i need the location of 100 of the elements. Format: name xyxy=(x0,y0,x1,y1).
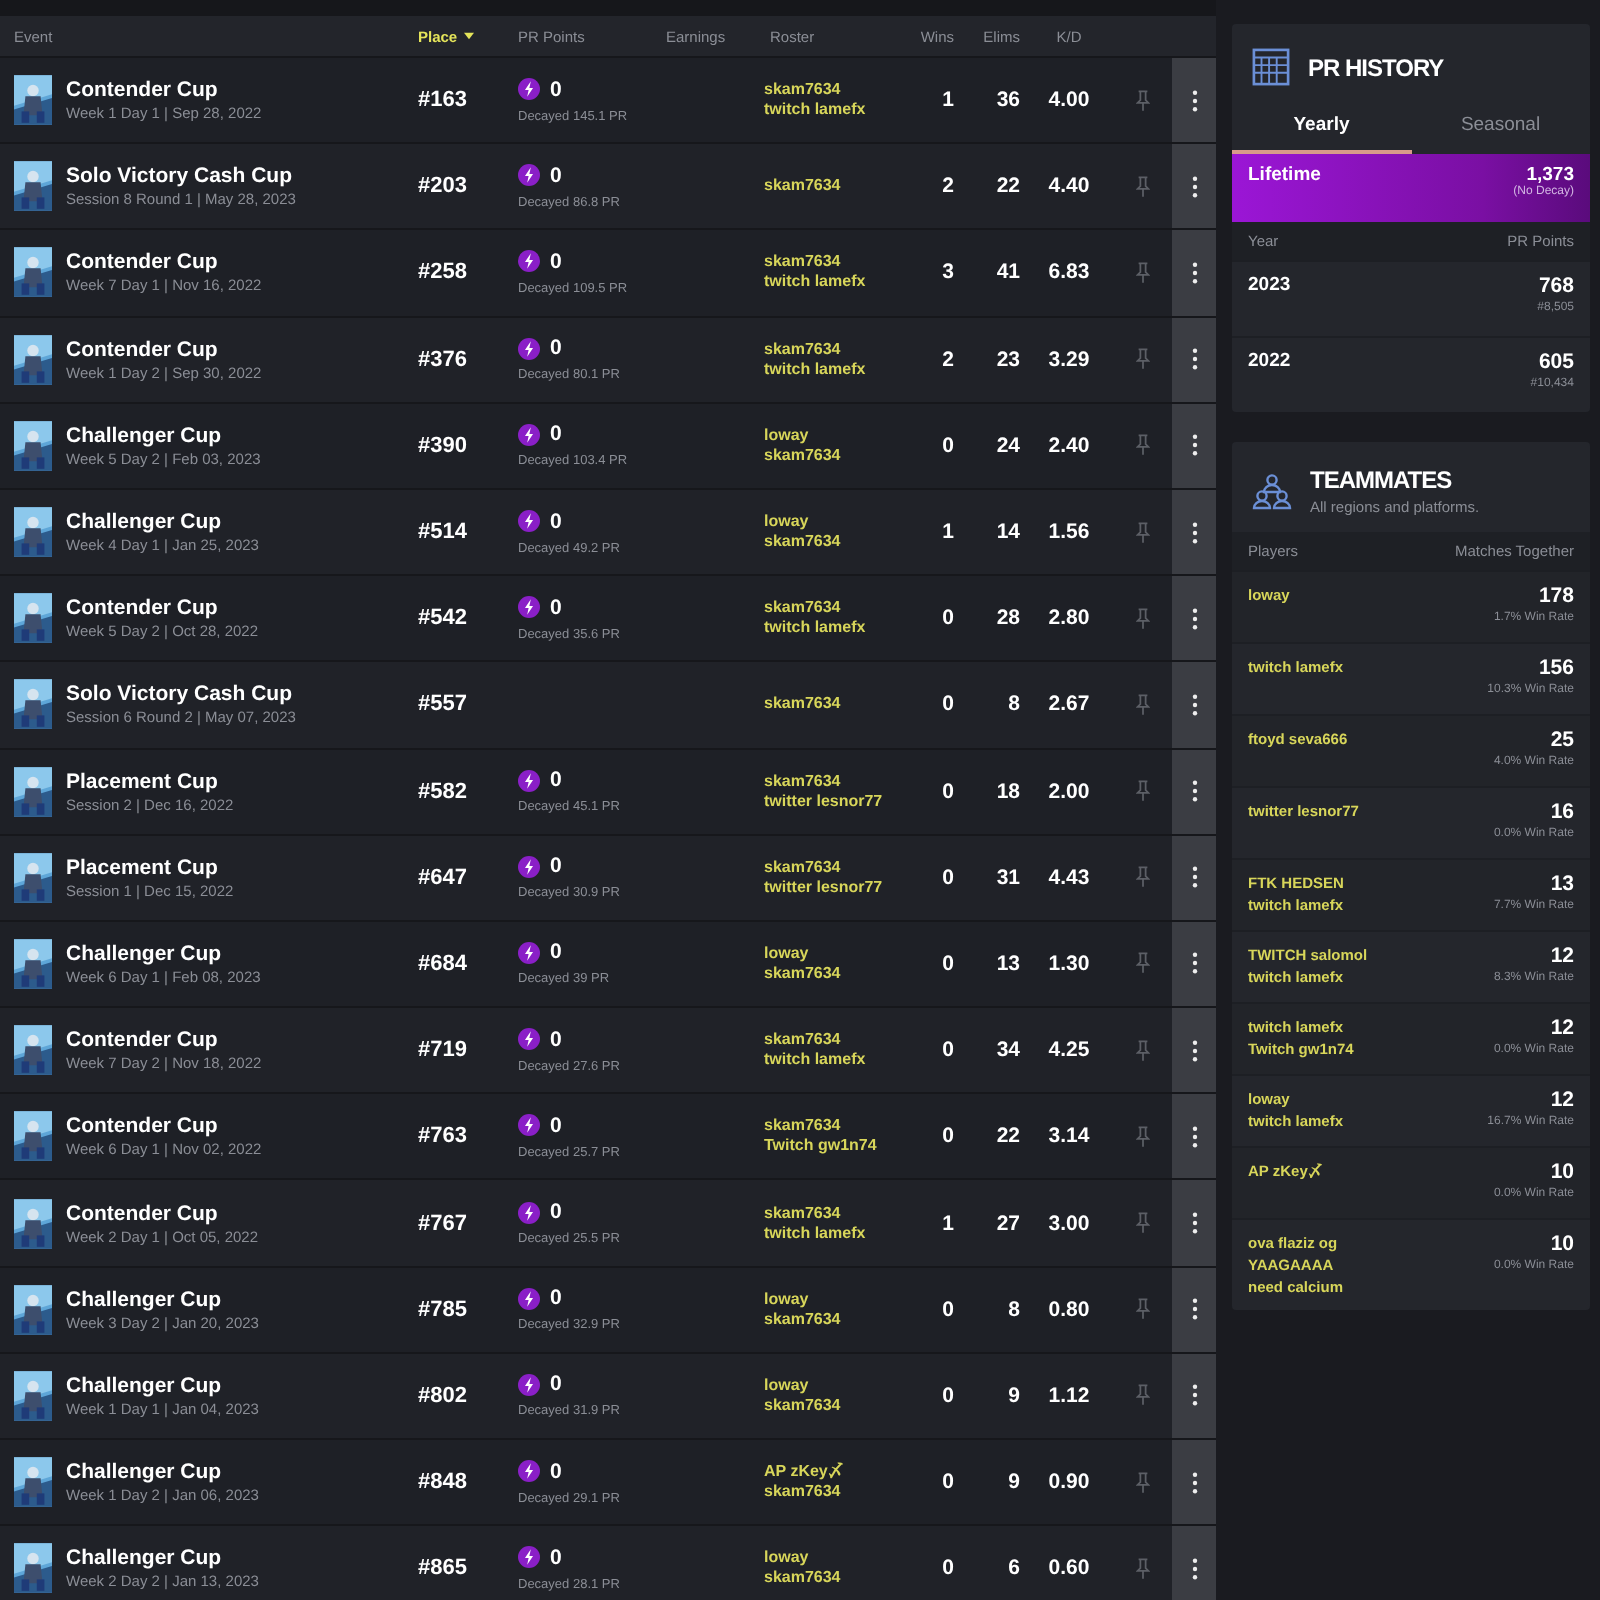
event-name[interactable]: Contender Cup xyxy=(66,78,262,103)
player-name[interactable]: twitch lamefx xyxy=(764,100,904,121)
player-name[interactable]: AP zKey〆 xyxy=(764,1462,904,1483)
more-button[interactable] xyxy=(1172,921,1216,1007)
lightning-icon xyxy=(518,769,540,792)
player-name[interactable]: skam7634 xyxy=(764,1309,904,1330)
event-name[interactable]: Challenger Cup xyxy=(66,1373,259,1398)
kd-cell-text: 0.80 xyxy=(1046,1297,1092,1322)
lightning-icon xyxy=(518,1201,540,1224)
player-name[interactable]: twitch lamefx xyxy=(764,359,904,380)
event-name[interactable]: Challenger Cup xyxy=(66,510,259,535)
pin-icon[interactable] xyxy=(1135,866,1149,889)
pin-icon[interactable] xyxy=(1135,348,1149,371)
player-name[interactable]: skam7634 xyxy=(764,532,904,553)
more-button[interactable] xyxy=(1172,489,1216,575)
player-name[interactable]: loway xyxy=(764,943,904,964)
event-name[interactable]: Challenger Cup xyxy=(66,941,261,966)
kd-cell-text: 0.90 xyxy=(1046,1470,1092,1495)
player-name[interactable]: skam7634 xyxy=(764,445,904,466)
event-name[interactable]: Solo Victory Cash Cup xyxy=(66,682,296,707)
pin-icon[interactable] xyxy=(1135,1039,1149,1062)
lightning-icon xyxy=(518,164,540,187)
event-name[interactable]: Contender Cup xyxy=(66,1028,262,1053)
player-name[interactable]: skam7634 xyxy=(764,1395,904,1416)
pr-points: 0 xyxy=(550,940,562,965)
event-name[interactable]: Contender Cup xyxy=(66,250,262,275)
more-icon xyxy=(1191,89,1197,112)
lightning-icon xyxy=(518,1373,540,1396)
player-name[interactable]: loway xyxy=(764,1375,904,1396)
tab[interactable]: Seasonal xyxy=(1411,98,1590,154)
pin-icon[interactable] xyxy=(1135,780,1149,803)
pin-icon[interactable] xyxy=(1135,261,1149,284)
year-label: 2022 xyxy=(1248,350,1291,376)
player-name[interactable]: twitter lesnor77 xyxy=(764,877,904,898)
pin-icon[interactable] xyxy=(1135,1212,1149,1235)
wins-cell-text: 2 xyxy=(940,174,956,199)
pin-icon[interactable] xyxy=(1135,952,1149,975)
pin-icon[interactable] xyxy=(1135,89,1149,112)
player-name[interactable]: loway xyxy=(764,1289,904,1310)
matches-count: 178 xyxy=(1538,584,1574,608)
elims-cell-text: 24 xyxy=(994,433,1022,458)
pr-points: 0 xyxy=(550,1372,562,1397)
player-name[interactable]: skam7634 xyxy=(764,598,904,619)
lightning-icon xyxy=(518,1028,540,1051)
pin-icon[interactable] xyxy=(1135,1298,1149,1321)
event-name[interactable]: Placement Cup xyxy=(66,855,234,880)
kd-cell-text: 3.29 xyxy=(1046,347,1092,372)
event-name[interactable]: Placement Cup xyxy=(66,769,234,794)
event-name[interactable]: Contender Cup xyxy=(66,1114,262,1139)
pr-points: 0 xyxy=(550,1459,562,1484)
player-name[interactable]: twitch lamefx xyxy=(764,272,904,293)
player-name[interactable]: skam7634 xyxy=(764,176,904,197)
pin-icon[interactable] xyxy=(1135,521,1149,544)
player-name[interactable]: loway xyxy=(764,512,904,533)
kd-cell-text: 6.83 xyxy=(1046,260,1092,285)
player-name[interactable]: skam7634 xyxy=(764,252,904,273)
lightning-icon xyxy=(518,1287,540,1310)
pin-icon[interactable] xyxy=(1135,1125,1149,1148)
player-name[interactable]: skam7634 xyxy=(764,963,904,984)
kd-cell-text: 4.00 xyxy=(1046,88,1092,113)
event-name[interactable]: Challenger Cup xyxy=(66,1460,259,1485)
pin-icon[interactable] xyxy=(1135,1384,1149,1407)
player-name[interactable]: twitch lamefx xyxy=(764,1223,904,1244)
player-name[interactable]: skam7634 xyxy=(764,80,904,101)
event-name[interactable]: Contender Cup xyxy=(66,1201,259,1226)
lightning-icon xyxy=(518,941,540,964)
player-name[interactable]: skam7634 xyxy=(764,1568,904,1589)
pin-icon[interactable] xyxy=(1135,1471,1149,1494)
player-name[interactable]: twitch lamefx xyxy=(764,618,904,639)
pin-icon[interactable] xyxy=(1135,607,1149,630)
player-name[interactable]: loway xyxy=(764,425,904,446)
player-name[interactable]: skam7634 xyxy=(764,694,904,715)
player-name[interactable]: skam7634 xyxy=(764,1116,904,1137)
place-cell-text: #376 xyxy=(416,347,469,372)
pin-icon[interactable] xyxy=(1135,1557,1149,1580)
event-name[interactable]: Challenger Cup xyxy=(66,1287,259,1312)
player-name[interactable]: twitter lesnor77 xyxy=(764,791,904,812)
pr-points: 0 xyxy=(550,1200,562,1225)
pin-icon[interactable] xyxy=(1135,434,1149,457)
player-name[interactable]: skam7634 xyxy=(764,1482,904,1503)
player-name[interactable]: skam7634 xyxy=(764,771,904,792)
event-name[interactable]: Contender Cup xyxy=(66,337,262,362)
player-name[interactable]: Twitch gw1n74 xyxy=(764,1136,904,1157)
elims-cell-text: 36 xyxy=(994,88,1022,113)
event-name[interactable]: Challenger Cup xyxy=(66,1546,259,1571)
pin-icon[interactable] xyxy=(1135,693,1149,716)
elims-cell-text: 6 xyxy=(1006,1556,1022,1581)
kd-cell-text: 1.12 xyxy=(1046,1383,1092,1408)
event-name[interactable]: Challenger Cup xyxy=(66,423,261,448)
player-name[interactable]: skam7634 xyxy=(764,339,904,360)
pin-icon[interactable] xyxy=(1135,175,1149,198)
kd-cell-text: 1.30 xyxy=(1046,951,1092,976)
kd-cell-text: 4.43 xyxy=(1046,865,1092,890)
player-name[interactable]: skam7634 xyxy=(764,857,904,878)
player-name[interactable]: twitch lamefx xyxy=(764,1050,904,1071)
event-name[interactable]: Contender Cup xyxy=(66,596,259,621)
player-name[interactable]: loway xyxy=(764,1548,904,1569)
player-name[interactable]: skam7634 xyxy=(764,1203,904,1224)
player-name[interactable]: skam7634 xyxy=(764,1030,904,1051)
event-name[interactable]: Solo Victory Cash Cup xyxy=(66,164,296,189)
